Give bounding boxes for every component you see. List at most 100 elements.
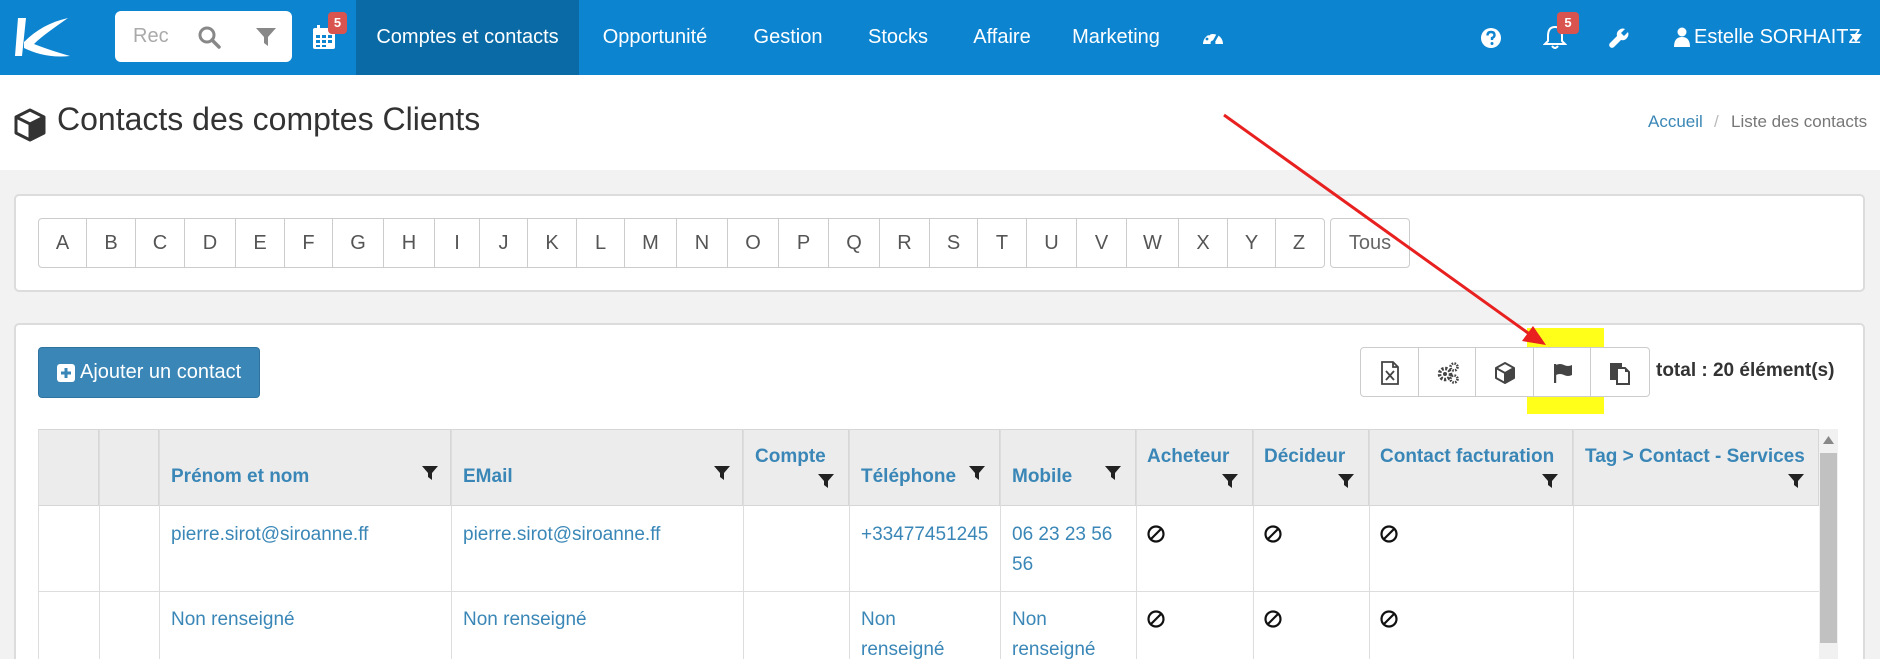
page-title: Contacts des comptes Clients	[57, 101, 481, 137]
column-header-acheteur[interactable]: Acheteur	[1136, 429, 1253, 506]
contact-mobile-line2[interactable]: 56	[1012, 550, 1033, 580]
search-icon[interactable]	[197, 25, 221, 49]
column-header-telephone[interactable]: Téléphone	[849, 429, 1000, 506]
letter-d-button[interactable]: D	[185, 219, 236, 267]
column-header-decideur[interactable]: Décideur	[1253, 429, 1369, 506]
column-header-email[interactable]: EMail	[451, 429, 743, 506]
letter-k-button[interactable]: K	[528, 219, 577, 267]
contact-email-link[interactable]: pierre.sirot@siroanne.ff	[463, 520, 660, 550]
nav-affaire[interactable]: Affaire	[960, 0, 1044, 75]
filter-icon[interactable]	[1788, 473, 1804, 489]
column-label: Contact facturation	[1380, 446, 1555, 467]
contact-telephone-line2[interactable]: renseigné	[861, 635, 944, 659]
column-divider	[1369, 429, 1370, 659]
column-header-tag[interactable]: Tag > Contact - Services	[1573, 429, 1819, 506]
column-divider	[1136, 429, 1137, 659]
breadcrumb-separator: /	[1714, 112, 1719, 131]
column-actions-header	[99, 429, 159, 506]
scroll-up-icon[interactable]	[1823, 436, 1834, 444]
column-divider	[1253, 429, 1254, 659]
breadcrumb-home-link[interactable]: Accueil	[1648, 112, 1703, 132]
contact-telephone-line1[interactable]: Non	[861, 605, 896, 635]
letter-h-button[interactable]: H	[384, 219, 435, 267]
nav-stocks[interactable]: Stocks	[858, 0, 938, 75]
wrench-icon[interactable]	[1608, 27, 1630, 49]
column-label: Téléphone	[861, 466, 957, 487]
letter-r-button[interactable]: R	[880, 219, 930, 267]
column-label: Acheteur	[1147, 446, 1230, 467]
ban-icon	[1264, 610, 1282, 628]
filter-icon[interactable]	[1542, 473, 1558, 489]
filter-icon[interactable]	[255, 26, 277, 48]
letter-o-button[interactable]: O	[728, 219, 779, 267]
contact-email-link[interactable]: Non renseigné	[463, 605, 587, 635]
column-label: Prénom et nom	[171, 466, 310, 487]
column-header-nom[interactable]: Prénom et nom	[159, 429, 451, 506]
copy-button[interactable]	[1591, 348, 1649, 396]
letter-s-button[interactable]: S	[930, 219, 978, 267]
contact-mobile-line1[interactable]: Non	[1012, 605, 1047, 635]
letter-w-button[interactable]: W	[1127, 219, 1179, 267]
letter-j-button[interactable]: J	[480, 219, 528, 267]
nav-gestion[interactable]: Gestion	[740, 0, 836, 75]
nav-comptes-et-contacts[interactable]: Comptes et contacts	[356, 0, 579, 75]
add-contact-label: Ajouter un contact	[80, 361, 242, 383]
contact-telephone[interactable]: +33477451245	[861, 520, 988, 550]
letter-f-button[interactable]: F	[285, 219, 333, 267]
letter-l-button[interactable]: L	[577, 219, 625, 267]
letter-i-button[interactable]: I	[435, 219, 480, 267]
filter-icon[interactable]	[1338, 473, 1354, 489]
user-name: Estelle SORHAITZ	[1694, 26, 1861, 48]
help-icon[interactable]	[1480, 27, 1502, 49]
letter-e-button[interactable]: E	[236, 219, 285, 267]
column-select-header	[38, 429, 99, 506]
column-divider	[743, 429, 744, 659]
add-contact-button[interactable]: Ajouter un contact	[38, 347, 260, 398]
contact-name-link[interactable]: Non renseigné	[171, 605, 295, 635]
filter-icon[interactable]	[1222, 473, 1238, 489]
letter-p-button[interactable]: P	[779, 219, 829, 267]
letter-q-button[interactable]: Q	[829, 219, 880, 267]
column-divider	[38, 429, 39, 659]
app-logo[interactable]	[12, 12, 72, 62]
column-header-compte[interactable]: Compte	[743, 429, 849, 506]
letter-a-button[interactable]: A	[39, 219, 87, 267]
cube-icon	[14, 108, 46, 142]
excel-export-icon	[1381, 361, 1399, 385]
column-header-facturation[interactable]: Contact facturation	[1369, 429, 1573, 506]
letter-u-button[interactable]: U	[1027, 219, 1077, 267]
contact-mobile-line2[interactable]: renseigné	[1012, 635, 1095, 659]
letter-v-button[interactable]: V	[1077, 219, 1127, 267]
letter-filter: A B C D E F G H I J K L M N O P Q R S T …	[38, 218, 1325, 268]
letter-g-button[interactable]: G	[333, 219, 384, 267]
dashboard-icon[interactable]	[1201, 26, 1225, 48]
contact-name-link[interactable]: pierre.sirot@siroanne.ff	[171, 520, 368, 550]
nav-opportunite[interactable]: Opportunité	[582, 0, 728, 75]
flag-icon	[1553, 364, 1572, 383]
nav-marketing[interactable]: Marketing	[1062, 0, 1170, 75]
ban-icon	[1380, 610, 1398, 628]
filter-icon[interactable]	[714, 465, 730, 481]
ban-icon	[1147, 610, 1165, 628]
filter-icon[interactable]	[422, 465, 438, 481]
ban-icon	[1380, 525, 1398, 543]
plus-square-icon	[57, 364, 75, 382]
letter-n-button[interactable]: N	[677, 219, 728, 267]
filter-icon[interactable]	[969, 465, 985, 481]
search-box	[115, 11, 292, 62]
filter-icon[interactable]	[818, 473, 834, 489]
breadcrumb-current: Liste des contacts	[1731, 112, 1868, 131]
letter-b-button[interactable]: B	[87, 219, 136, 267]
scrollbar-thumb[interactable]	[1820, 453, 1837, 643]
letter-m-button[interactable]: M	[625, 219, 677, 267]
copy-icon	[1610, 363, 1631, 385]
column-header-mobile[interactable]: Mobile	[1000, 429, 1136, 506]
contact-mobile-line1[interactable]: 06 23 23 56	[1012, 520, 1112, 550]
search-input[interactable]	[133, 23, 179, 49]
letter-t-button[interactable]: T	[978, 219, 1027, 267]
letter-c-button[interactable]: C	[136, 219, 185, 267]
chevron-down-icon[interactable]	[1850, 34, 1862, 42]
filter-icon[interactable]	[1105, 465, 1121, 481]
cogs-icon	[1437, 362, 1459, 384]
annotation-arrow	[1223, 113, 1546, 345]
